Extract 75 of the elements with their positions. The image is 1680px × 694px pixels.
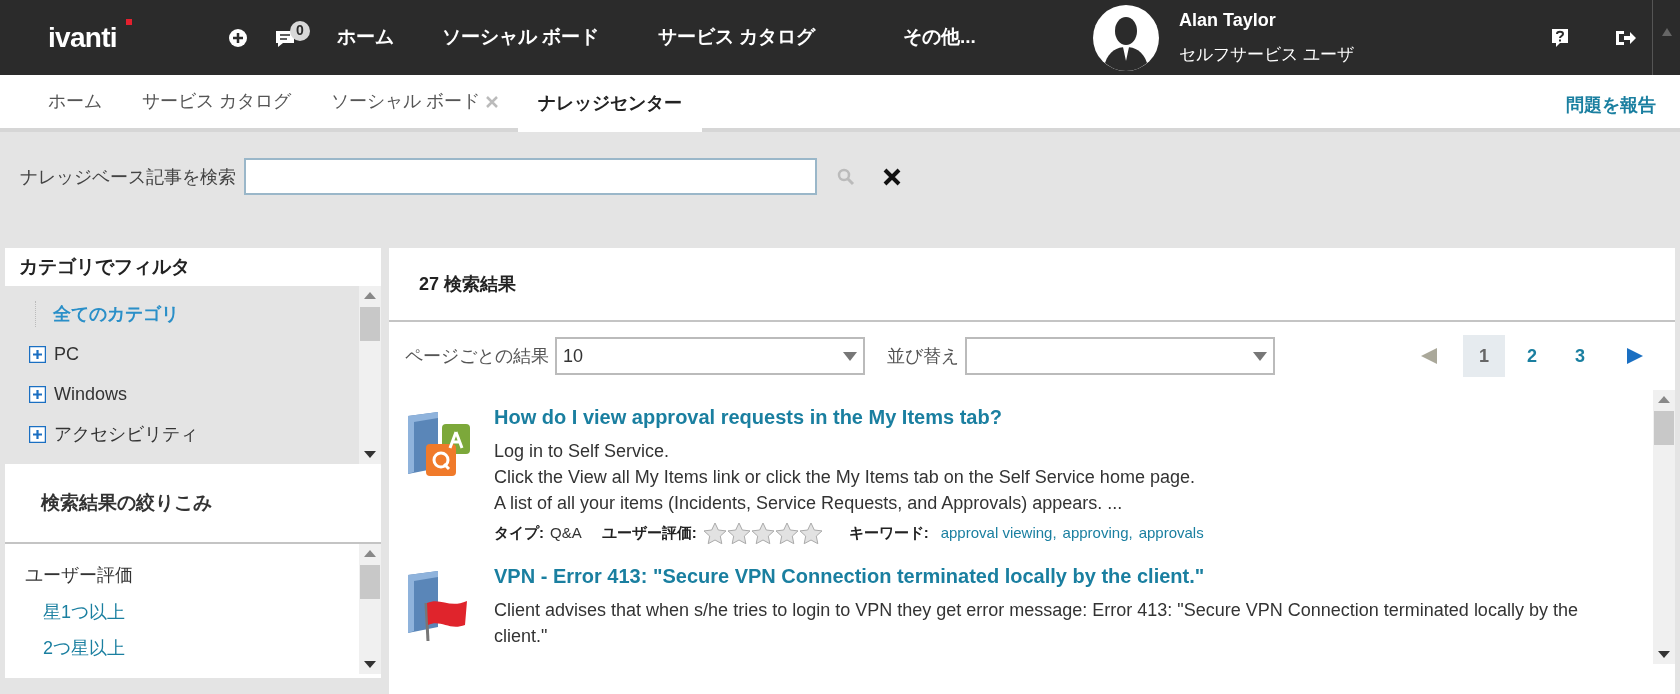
star-icon <box>726 522 751 545</box>
meta-label: キーワード: <box>848 523 929 544</box>
keyword-link[interactable]: approval viewing, <box>940 522 1057 545</box>
category-item[interactable]: PC <box>54 340 79 368</box>
meta-label: ユーザー評価: <box>601 523 697 544</box>
nav-link[interactable]: ホーム <box>337 23 442 52</box>
field-label: ページごとの結果 <box>405 344 549 368</box>
scroll-down-icon[interactable] <box>1658 651 1670 658</box>
results-count: 27 検索結果 <box>419 272 517 296</box>
article-title[interactable]: How do I view approval requests in the My Items tab? <box>494 402 1204 432</box>
page-button[interactable]: 2 <box>1511 335 1553 377</box>
star-icon <box>750 522 775 545</box>
keyword-link[interactable]: approving, <box>1062 522 1133 545</box>
tab[interactable]: サービス カタログ <box>122 75 311 128</box>
report-link[interactable]: 問題を報告 <box>1566 92 1656 119</box>
article-summary: Click the View all My Items link or click the My Items tab on the Self Service home page. <box>494 466 1196 489</box>
avatar[interactable] <box>1093 4 1159 71</box>
expand-icon[interactable] <box>29 345 46 363</box>
scrollbar[interactable] <box>359 286 381 464</box>
page-button[interactable]: 3 <box>1559 335 1601 377</box>
user-name: Alan Taylor <box>1179 9 1277 33</box>
scroll-up-icon[interactable] <box>1661 28 1672 36</box>
caret-icon <box>1253 351 1267 361</box>
chat-icon[interactable] <box>274 28 296 49</box>
scroll-thumb[interactable] <box>360 307 380 341</box>
expand-icon[interactable] <box>29 425 46 443</box>
scroll-up-icon[interactable] <box>364 292 376 299</box>
tab[interactable]: ホーム <box>28 75 122 128</box>
dropdown[interactable]: 10 <box>555 337 865 375</box>
scroll-thumb[interactable] <box>1654 411 1674 445</box>
filter-link[interactable]: 星1つ以上 <box>25 594 125 630</box>
panel-title: カテゴリでフィルタ <box>19 254 190 279</box>
keyword-link[interactable]: approvals <box>1138 522 1204 545</box>
help-icon[interactable] <box>1551 27 1569 48</box>
filter-group-label: ユーザー評価 <box>25 563 134 587</box>
article-summary: Client advises that when s/he tries to login to VPN they get error message: Error 413: "Secure VPN Connection terminated locally by the client." <box>494 599 1579 648</box>
caret-icon <box>843 351 857 361</box>
tab[interactable]: ソーシャル ボード <box>311 75 519 128</box>
search-field[interactable] <box>244 158 817 195</box>
close-icon[interactable] <box>486 95 499 108</box>
logo-mark <box>126 18 132 25</box>
category-item[interactable]: Windows <box>54 380 128 408</box>
scrollbar[interactable] <box>359 544 381 674</box>
scroll-up-icon[interactable] <box>364 550 376 557</box>
logout-icon[interactable] <box>1615 28 1637 47</box>
panel-title: 検索結果の絞りこみ <box>41 490 212 515</box>
star-icon <box>798 522 823 545</box>
expand-icon[interactable] <box>29 385 46 403</box>
next-page-icon[interactable] <box>1627 348 1643 364</box>
page-button[interactable]: 1 <box>1463 335 1505 377</box>
meta-value: Q&A <box>550 523 582 544</box>
field-label: 並び替え <box>887 344 959 368</box>
add-icon[interactable] <box>228 27 248 48</box>
category-item[interactable]: アクセシビリティ <box>54 420 198 448</box>
user-role: セルフサービス ユーザ <box>1179 44 1355 67</box>
nav-link[interactable]: サービス カタログ <box>658 23 903 52</box>
filter-link[interactable]: 2つ星以上 <box>25 630 125 666</box>
notification-badge: 0 <box>290 20 310 41</box>
search-label: ナレッジベース記事を検索 <box>20 166 236 189</box>
star-icon <box>702 522 727 545</box>
star-icon <box>774 522 799 545</box>
scroll-up-icon[interactable] <box>1658 396 1670 403</box>
dropdown[interactable] <box>965 337 1275 375</box>
logo[interactable]: ivanti <box>48 21 117 53</box>
scroll-down-icon[interactable] <box>364 661 376 668</box>
scrollbar[interactable] <box>1653 390 1675 664</box>
scroll-down-icon[interactable] <box>364 451 376 458</box>
article-title[interactable]: VPN - Error 413: "Secure VPN Connection terminated locally by the client." <box>494 561 1594 591</box>
nav-link[interactable]: ソーシャル ボード <box>442 23 658 52</box>
article-summary: Log in to Self Service. <box>494 440 671 463</box>
article-summary: A list of all your items (Incidents, Service Requests, and Approvals) appears. ... <box>494 492 1124 515</box>
nav-link[interactable]: その他... <box>903 23 1093 52</box>
scroll-thumb[interactable] <box>360 565 380 599</box>
clear-icon[interactable] <box>883 168 901 186</box>
meta-label: タイプ: <box>494 523 544 544</box>
